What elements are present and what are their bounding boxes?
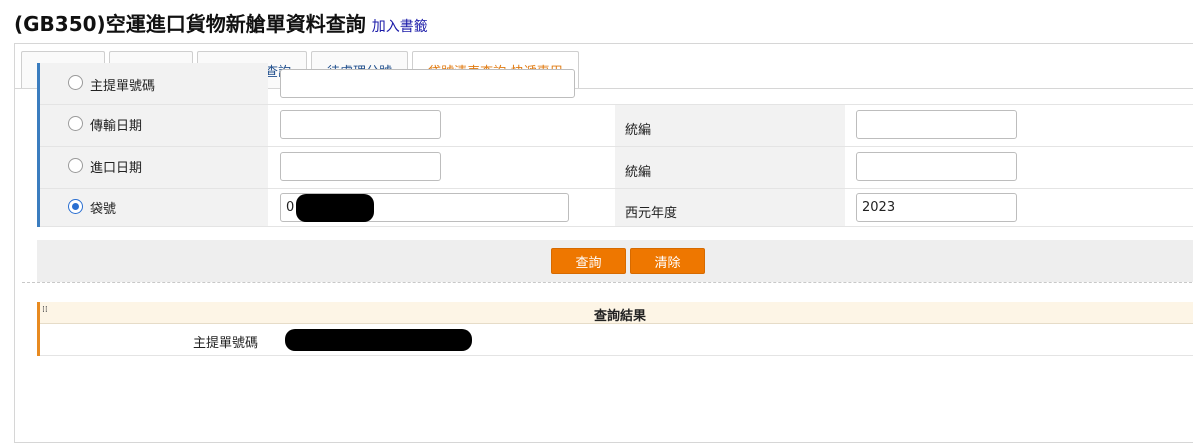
radio-label-transmit-date: 傳輸日期	[90, 119, 143, 134]
form-row-bag-number: 袋號 0 西元年度 2023	[40, 189, 1193, 227]
radio-master-bill[interactable]	[68, 75, 83, 90]
result-row: 主提單號碼	[40, 325, 1193, 356]
section-divider	[22, 282, 1193, 283]
radio-bag-number[interactable]	[68, 199, 83, 214]
tax-id-label: 統編	[625, 123, 652, 138]
redacted-bag-number	[296, 194, 374, 222]
redacted-master-bill	[285, 329, 472, 351]
result-master-bill-label: 主提單號碼	[192, 336, 258, 351]
tax-id-label: 統編	[625, 165, 652, 180]
query-form: ⁞⁞ 主提單號碼 傳輸日期 統編 進口日期 統編 袋號 0 西元年度 2023	[37, 63, 1193, 227]
form-row-import-date: 進口日期 統編	[40, 147, 1193, 189]
transmit-date-input[interactable]	[280, 110, 441, 139]
radio-import-date[interactable]	[68, 158, 83, 173]
query-result: ⁞⁞ 查詢結果 主提單號碼	[37, 302, 1193, 356]
page-title: (GB350)空運進口貨物新艙單資料查詢 加入書籤	[14, 8, 428, 37]
result-title: 查詢結果	[593, 309, 646, 324]
year-label: 西元年度	[625, 206, 678, 221]
tax-id-input-2[interactable]	[856, 152, 1017, 181]
import-date-input[interactable]	[280, 152, 441, 181]
page-title-text: (GB350)空運進口貨物新艙單資料查詢	[14, 12, 366, 36]
add-bookmark-link[interactable]: 加入書籤	[372, 19, 428, 35]
form-row-transmit-date: 傳輸日期 統編	[40, 105, 1193, 147]
tax-id-input-1[interactable]	[856, 110, 1017, 139]
year-input[interactable]: 2023	[856, 193, 1017, 222]
result-header: ⁞⁞ 查詢結果	[40, 302, 1193, 324]
radio-label-bag-number: 袋號	[90, 202, 117, 217]
radio-label-import-date: 進口日期	[90, 161, 143, 176]
master-bill-input[interactable]	[280, 69, 575, 98]
clear-button[interactable]: 清除	[630, 248, 705, 274]
query-button[interactable]: 查詢	[551, 248, 626, 274]
radio-transmit-date[interactable]	[68, 116, 83, 131]
button-bar: 查詢 清除	[37, 240, 1193, 282]
form-row-master-bill: 主提單號碼	[40, 63, 1193, 105]
radio-label-master-bill: 主提單號碼	[90, 79, 156, 94]
